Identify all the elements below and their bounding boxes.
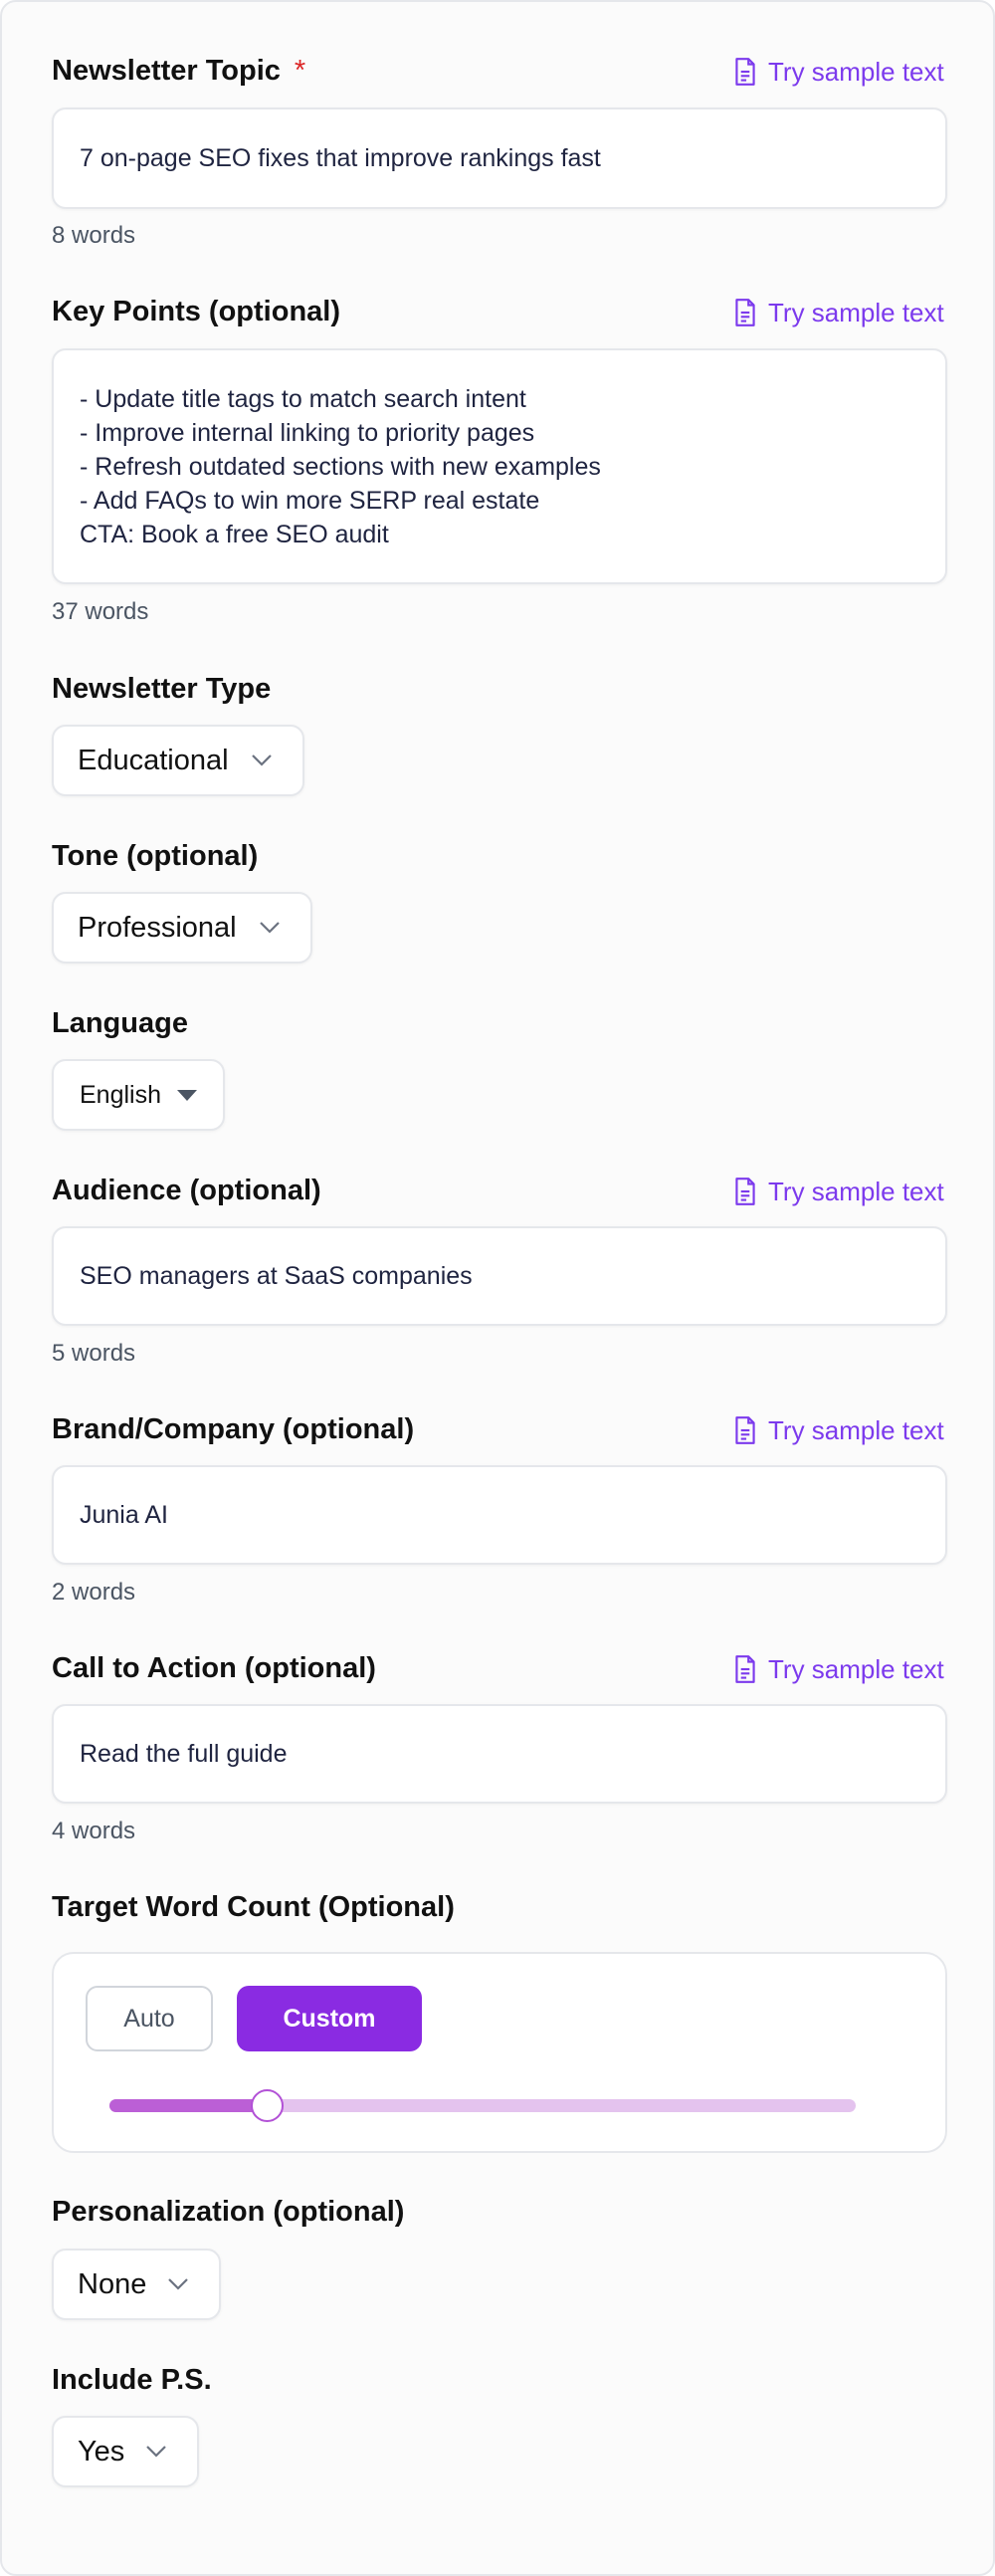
- brand-word-count: 2 words: [52, 1579, 136, 1606]
- topic-word-count: 8 words: [52, 222, 136, 249]
- newsletter-type-value: Educational: [78, 744, 229, 776]
- audience-try-sample-link[interactable]: Try sample text: [732, 1175, 944, 1208]
- chevron-down-icon: [146, 2446, 166, 2458]
- brand-input[interactable]: Junia AI: [52, 1465, 947, 1565]
- document-icon: [735, 1416, 755, 1444]
- topic-try-sample-link[interactable]: Try sample text: [732, 55, 944, 89]
- document-icon: [735, 1178, 755, 1205]
- key-points-textarea[interactable]: - Update title tags to match search inte…: [52, 348, 947, 584]
- required-marker: *: [294, 55, 306, 87]
- try-sample-label: Try sample text: [768, 1415, 944, 1445]
- word-count-panel: Auto Custom: [52, 1952, 947, 2153]
- cta-value: Read the full guide: [80, 1740, 288, 1768]
- cta-word-count: 4 words: [52, 1818, 136, 1844]
- cta-try-sample-link[interactable]: Try sample text: [732, 1652, 944, 1686]
- key-points-try-sample-link[interactable]: Try sample text: [732, 296, 944, 329]
- language-select[interactable]: English: [52, 1059, 225, 1131]
- audience-word-count: 5 words: [52, 1340, 136, 1367]
- newsletter-type-select[interactable]: Educational: [52, 725, 304, 796]
- document-icon: [735, 299, 755, 326]
- tone-value: Professional: [78, 911, 237, 944]
- cta-label: Call to Action (optional): [52, 1652, 376, 1684]
- newsletter-form-card: Newsletter Topic * Try sample text 7 on-p…: [0, 0, 995, 2576]
- tone-label: Tone (optional): [52, 840, 259, 872]
- word-count-slider-fill: [109, 2099, 267, 2112]
- caret-down-icon: [177, 1090, 197, 1101]
- language-label: Language: [52, 1007, 188, 1039]
- include-ps-value: Yes: [78, 2435, 125, 2468]
- key-points-label: Key Points (optional): [52, 296, 340, 327]
- include-ps-select[interactable]: Yes: [52, 2416, 199, 2487]
- audience-value: SEO managers at SaaS companies: [80, 1262, 473, 1290]
- try-sample-label: Try sample text: [768, 57, 944, 87]
- audience-input[interactable]: SEO managers at SaaS companies: [52, 1226, 947, 1326]
- word-count-label: Target Word Count (Optional): [52, 1891, 455, 1923]
- brand-try-sample-link[interactable]: Try sample text: [732, 1413, 944, 1447]
- document-icon: [735, 58, 755, 86]
- word-count-slider-thumb[interactable]: [251, 2089, 284, 2122]
- document-icon: [735, 1655, 755, 1683]
- audience-label: Audience (optional): [52, 1175, 321, 1206]
- include-ps-label: Include P.S.: [52, 2364, 212, 2396]
- topic-value: 7 on-page SEO fixes that improve ranking…: [80, 144, 601, 172]
- chevron-down-icon: [252, 754, 272, 766]
- brand-label: Brand/Company (optional): [52, 1413, 415, 1445]
- brand-value: Junia AI: [80, 1501, 168, 1529]
- language-value: English: [80, 1080, 161, 1109]
- topic-label: Newsletter Topic *: [52, 55, 306, 87]
- personalization-select[interactable]: None: [52, 2249, 221, 2320]
- topic-input[interactable]: 7 on-page SEO fixes that improve ranking…: [52, 107, 947, 209]
- try-sample-label: Try sample text: [768, 298, 944, 327]
- key-points-word-count: 37 words: [52, 598, 149, 625]
- try-sample-label: Try sample text: [768, 1654, 944, 1684]
- try-sample-label: Try sample text: [768, 1177, 944, 1206]
- tone-select[interactable]: Professional: [52, 892, 312, 964]
- auto-mode-button[interactable]: Auto: [86, 1986, 213, 2051]
- chevron-down-icon: [168, 2278, 188, 2290]
- word-count-slider-track[interactable]: [109, 2089, 856, 2122]
- newsletter-type-label: Newsletter Type: [52, 673, 272, 705]
- personalization-value: None: [78, 2267, 147, 2300]
- chevron-down-icon: [260, 922, 280, 934]
- key-points-value: - Update title tags to match search inte…: [80, 385, 601, 548]
- cta-input[interactable]: Read the full guide: [52, 1704, 947, 1804]
- personalization-label: Personalization (optional): [52, 2196, 405, 2228]
- custom-mode-button[interactable]: Custom: [237, 1986, 422, 2051]
